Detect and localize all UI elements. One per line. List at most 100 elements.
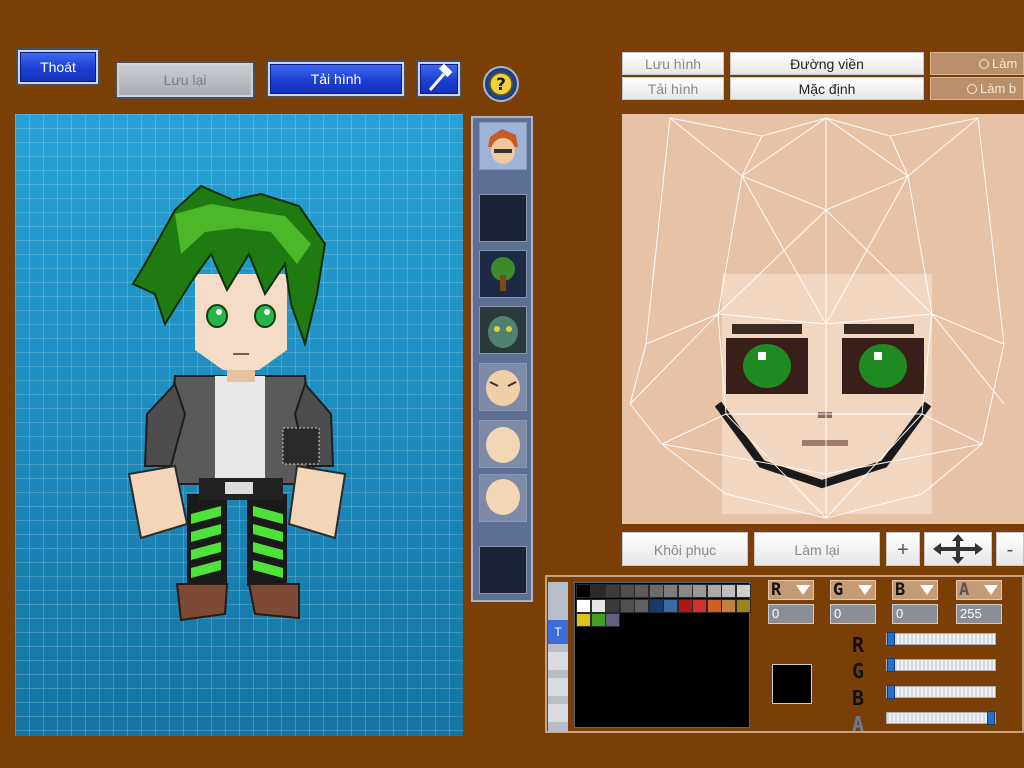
palette-tab-strip: T — [548, 582, 568, 732]
radio-option-1[interactable]: Làm — [930, 52, 1024, 75]
alpha-value-field[interactable]: 255 — [956, 604, 1002, 624]
palette-swatch[interactable] — [706, 584, 722, 598]
default-label: Mặc định — [798, 81, 856, 97]
svg-text:?: ? — [496, 75, 506, 95]
thumb-face-3[interactable] — [479, 474, 527, 522]
radio-circle-icon — [967, 84, 977, 94]
redo-button[interactable]: Làm lại — [754, 532, 880, 566]
thumb-face-2[interactable] — [479, 420, 527, 468]
palette-tab-4[interactable] — [548, 704, 568, 722]
part-thumbnail-list — [471, 116, 533, 602]
palette-swatch[interactable] — [590, 584, 606, 598]
palette-swatch[interactable] — [706, 598, 722, 613]
save-button[interactable]: Lưu lại — [115, 61, 255, 99]
thumb-empty-2[interactable] — [479, 546, 527, 594]
help-button[interactable]: ? — [483, 66, 519, 102]
palette-tab-3[interactable] — [548, 678, 568, 696]
palette-swatch[interactable] — [677, 584, 693, 598]
palette-swatch[interactable] — [677, 598, 693, 613]
palette-swatch[interactable] — [735, 598, 751, 613]
save-image-button[interactable]: Lưu hình — [622, 52, 724, 75]
face-texture-editor[interactable] — [622, 114, 1024, 524]
palette-tab-active[interactable]: T — [548, 620, 568, 644]
default-button[interactable]: Mặc định — [730, 77, 924, 100]
character-canvas[interactable] — [15, 114, 463, 736]
blue-channel-selector[interactable]: B — [892, 580, 938, 600]
thumb-portrait[interactable] — [479, 122, 527, 170]
palette-tab-2[interactable] — [548, 652, 568, 670]
palette-grid[interactable] — [574, 582, 751, 728]
blue-channel-label: B — [895, 580, 906, 600]
palette-swatch[interactable] — [605, 584, 620, 598]
palette-swatch[interactable] — [590, 613, 606, 627]
palette-swatch[interactable] — [648, 598, 664, 613]
chevron-down-icon — [858, 585, 872, 595]
slider-knob[interactable] — [887, 685, 895, 699]
slider-knob[interactable] — [987, 711, 995, 725]
red-slider-label: R — [852, 633, 865, 657]
palette-swatch[interactable] — [576, 584, 591, 598]
current-color-swatch — [772, 664, 812, 704]
alpha-channel-selector[interactable]: A — [956, 580, 1002, 600]
palette-swatch[interactable] — [590, 598, 606, 613]
outline-label: Đường viền — [790, 56, 864, 72]
palette-swatch[interactable] — [648, 584, 664, 598]
slider-knob[interactable] — [887, 658, 895, 672]
chevron-down-icon — [984, 585, 998, 595]
outline-button[interactable]: Đường viền — [730, 52, 924, 75]
tool-button[interactable] — [416, 60, 462, 98]
palette-swatch[interactable] — [605, 613, 620, 627]
alpha-channel-label: A — [959, 580, 970, 600]
restore-label: Khôi phục — [653, 542, 717, 558]
green-value-field[interactable]: 0 — [830, 604, 876, 624]
blue-slider[interactable] — [886, 685, 996, 699]
palette-swatch[interactable] — [634, 584, 649, 598]
save-button-label: Lưu lại — [163, 72, 207, 88]
palette-swatch[interactable] — [576, 613, 591, 627]
slider-knob[interactable] — [887, 632, 895, 646]
radio-option-2[interactable]: Làm b — [930, 77, 1024, 100]
palette-swatch[interactable] — [619, 598, 635, 613]
load-image-button[interactable]: Tải hình — [266, 60, 406, 98]
red-value-field[interactable]: 0 — [768, 604, 814, 624]
zoom-out-button[interactable]: - — [996, 532, 1024, 566]
palette-swatch[interactable] — [735, 584, 751, 598]
green-slider[interactable] — [886, 658, 996, 672]
chevron-down-icon — [796, 585, 810, 595]
zoom-in-button[interactable]: + — [886, 532, 920, 566]
face-mesh — [629, 117, 1005, 519]
radio-circle-icon — [979, 59, 989, 69]
restore-button[interactable]: Khôi phục — [622, 532, 748, 566]
red-slider[interactable] — [886, 632, 996, 646]
palette-swatch[interactable] — [721, 584, 736, 598]
blue-value-field[interactable]: 0 — [892, 604, 938, 624]
chibi-character — [127, 184, 347, 622]
palette-tab-label: T — [554, 625, 562, 639]
load-image-right-label: Tải hình — [647, 81, 699, 97]
tree-icon — [491, 257, 515, 291]
chevron-down-icon — [920, 585, 934, 595]
move-button[interactable] — [924, 532, 992, 566]
palette-swatch[interactable] — [663, 584, 678, 598]
green-channel-selector[interactable]: G — [830, 580, 876, 600]
palette-swatch[interactable] — [663, 598, 678, 613]
blue-slider-label: B — [852, 686, 865, 710]
thumb-tree[interactable] — [479, 250, 527, 298]
load-image-right-button[interactable]: Tải hình — [622, 77, 724, 100]
palette-swatch[interactable] — [619, 584, 635, 598]
alpha-slider[interactable] — [886, 711, 996, 725]
palette-swatch[interactable] — [721, 598, 736, 613]
palette-swatch[interactable] — [576, 598, 591, 613]
palette-swatch[interactable] — [634, 598, 649, 613]
palette-swatch[interactable] — [692, 584, 707, 598]
exit-button[interactable]: Thoát — [16, 48, 100, 86]
thumb-empty-1[interactable] — [479, 194, 527, 242]
minus-label: - — [1006, 539, 1014, 561]
save-image-label: Lưu hình — [644, 56, 702, 72]
red-channel-selector[interactable]: R — [768, 580, 814, 600]
face-icon — [486, 479, 520, 515]
palette-swatch[interactable] — [605, 598, 620, 613]
thumb-monster[interactable] — [479, 306, 527, 354]
thumb-face-1[interactable] — [479, 363, 527, 411]
palette-swatch[interactable] — [692, 598, 707, 613]
